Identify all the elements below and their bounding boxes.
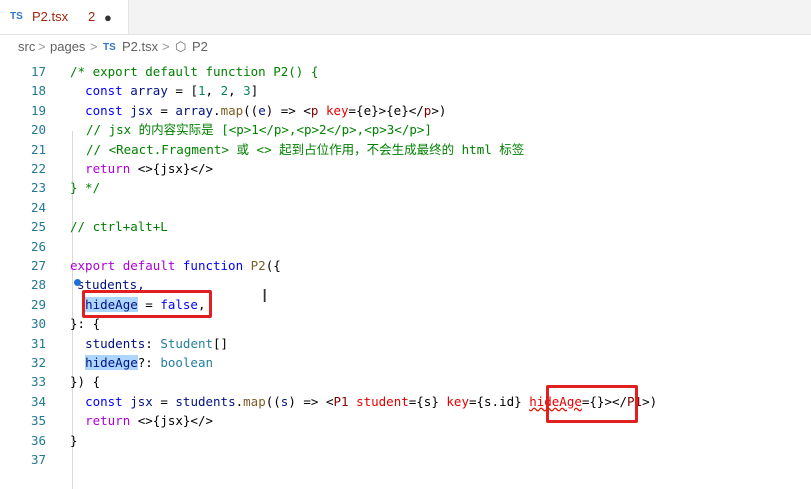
line-number: 17 <box>30 64 46 79</box>
code-line: 36} <box>0 431 811 450</box>
line-number: 31 <box>30 335 46 351</box>
breadcrumb-file[interactable]: P2.tsx <box>122 39 158 54</box>
typescript-file-icon: TS <box>103 42 116 53</box>
code-line: 35 return <>{jsx}</> <box>0 411 811 430</box>
highlight-box-hideage-param <box>82 290 212 318</box>
line-number: 33 <box>30 374 46 390</box>
line-number: 37 <box>30 452 46 467</box>
code-line: 21 // <React.Fragment> 或 <> 起到占位作用，不会生成最终… <box>0 140 811 159</box>
highlight-box-hideage-prop <box>546 385 638 423</box>
line-number: 25 <box>30 219 46 235</box>
chevron-right-icon: > <box>38 39 46 54</box>
unsaved-dot-icon[interactable]: ● <box>104 10 112 25</box>
chevron-right-icon: > <box>162 39 170 54</box>
line-number: 19 <box>30 102 46 118</box>
line-number: 23 <box>30 180 46 196</box>
code-line: 27 export default function P2({ <box>0 256 811 275</box>
code-line: 33 }) { <box>0 372 811 391</box>
text-cursor-icon: I <box>262 286 268 307</box>
line-content: /* export default function P2() { <box>70 64 319 79</box>
symbol-cube-icon: ⬡ <box>175 39 187 54</box>
line-number: 26 <box>30 238 46 254</box>
line-content: } */ <box>70 180 101 196</box>
line-content: }) { <box>70 374 101 390</box>
line-content: // <React.Fragment> 或 <> 起到占位作用，不会生成最终的 … <box>86 141 525 157</box>
breadcrumb-pages[interactable]: pages <box>50 39 85 54</box>
line-number: 36 <box>30 432 46 448</box>
breakpoint-dot-icon[interactable] <box>74 279 81 286</box>
typescript-file-icon: TS <box>10 11 23 22</box>
line-number: 20 <box>30 122 46 138</box>
code-line: 37 <box>0 450 811 469</box>
line-number: 27 <box>30 258 46 273</box>
line-number: 18 <box>30 83 46 99</box>
tab-p2-tsx[interactable]: TS P2.tsx 2 ● <box>0 0 129 34</box>
code-line: 22 return <>{jsx}</> <box>0 159 811 178</box>
line-number: 34 <box>30 393 46 409</box>
breadcrumb: src > pages > TS P2.tsx > ⬡ P2 <box>0 36 811 58</box>
line-content: } <box>70 432 78 448</box>
code-line: 24 <box>0 198 811 217</box>
code-line: 32 hideAge?: boolean <box>0 353 811 372</box>
line-content: // ctrl+alt+L <box>70 219 168 235</box>
line-number: 28 <box>30 277 46 293</box>
code-line: 34 const jsx = students.map((s) => <P1 s… <box>0 392 811 411</box>
breadcrumb-src[interactable]: src <box>18 39 35 54</box>
chevron-right-icon: > <box>90 39 98 54</box>
code-line: 17 /* export default function P2() { <box>0 62 811 81</box>
line-number: 35 <box>30 413 46 429</box>
line-number: 32 <box>30 355 46 370</box>
code-line: 31 students: Student[] <box>0 334 811 353</box>
line-number: 24 <box>30 199 46 215</box>
code-line: 23 } */ <box>0 178 811 197</box>
code-line: 26 <box>0 237 811 256</box>
problems-count-badge: 2 <box>88 9 96 24</box>
tab-filename: P2.tsx <box>32 9 69 24</box>
line-number: 29 <box>30 296 46 312</box>
line-content: // jsx 的内容实际是 [<p>1</p>,<p>2</p>,<p>3</p… <box>86 122 432 138</box>
line-number: 30 <box>30 316 46 332</box>
line-number: 22 <box>30 161 46 176</box>
code-line: 19 const jsx = array.map((e) => <p key={… <box>0 101 811 120</box>
code-line: 20 // jsx 的内容实际是 [<p>1</p>,<p>2</p>,<p>3<… <box>0 120 811 139</box>
code-editor[interactable]: 17 /* export default function P2() { 18 c… <box>0 58 811 489</box>
code-line: 18 const array = [1, 2, 3] <box>0 81 811 100</box>
code-line: 25 // ctrl+alt+L <box>0 217 811 236</box>
tab-bar: TS P2.tsx 2 ● <box>0 0 811 35</box>
line-number: 21 <box>30 141 46 157</box>
breadcrumb-symbol[interactable]: P2 <box>192 39 208 54</box>
